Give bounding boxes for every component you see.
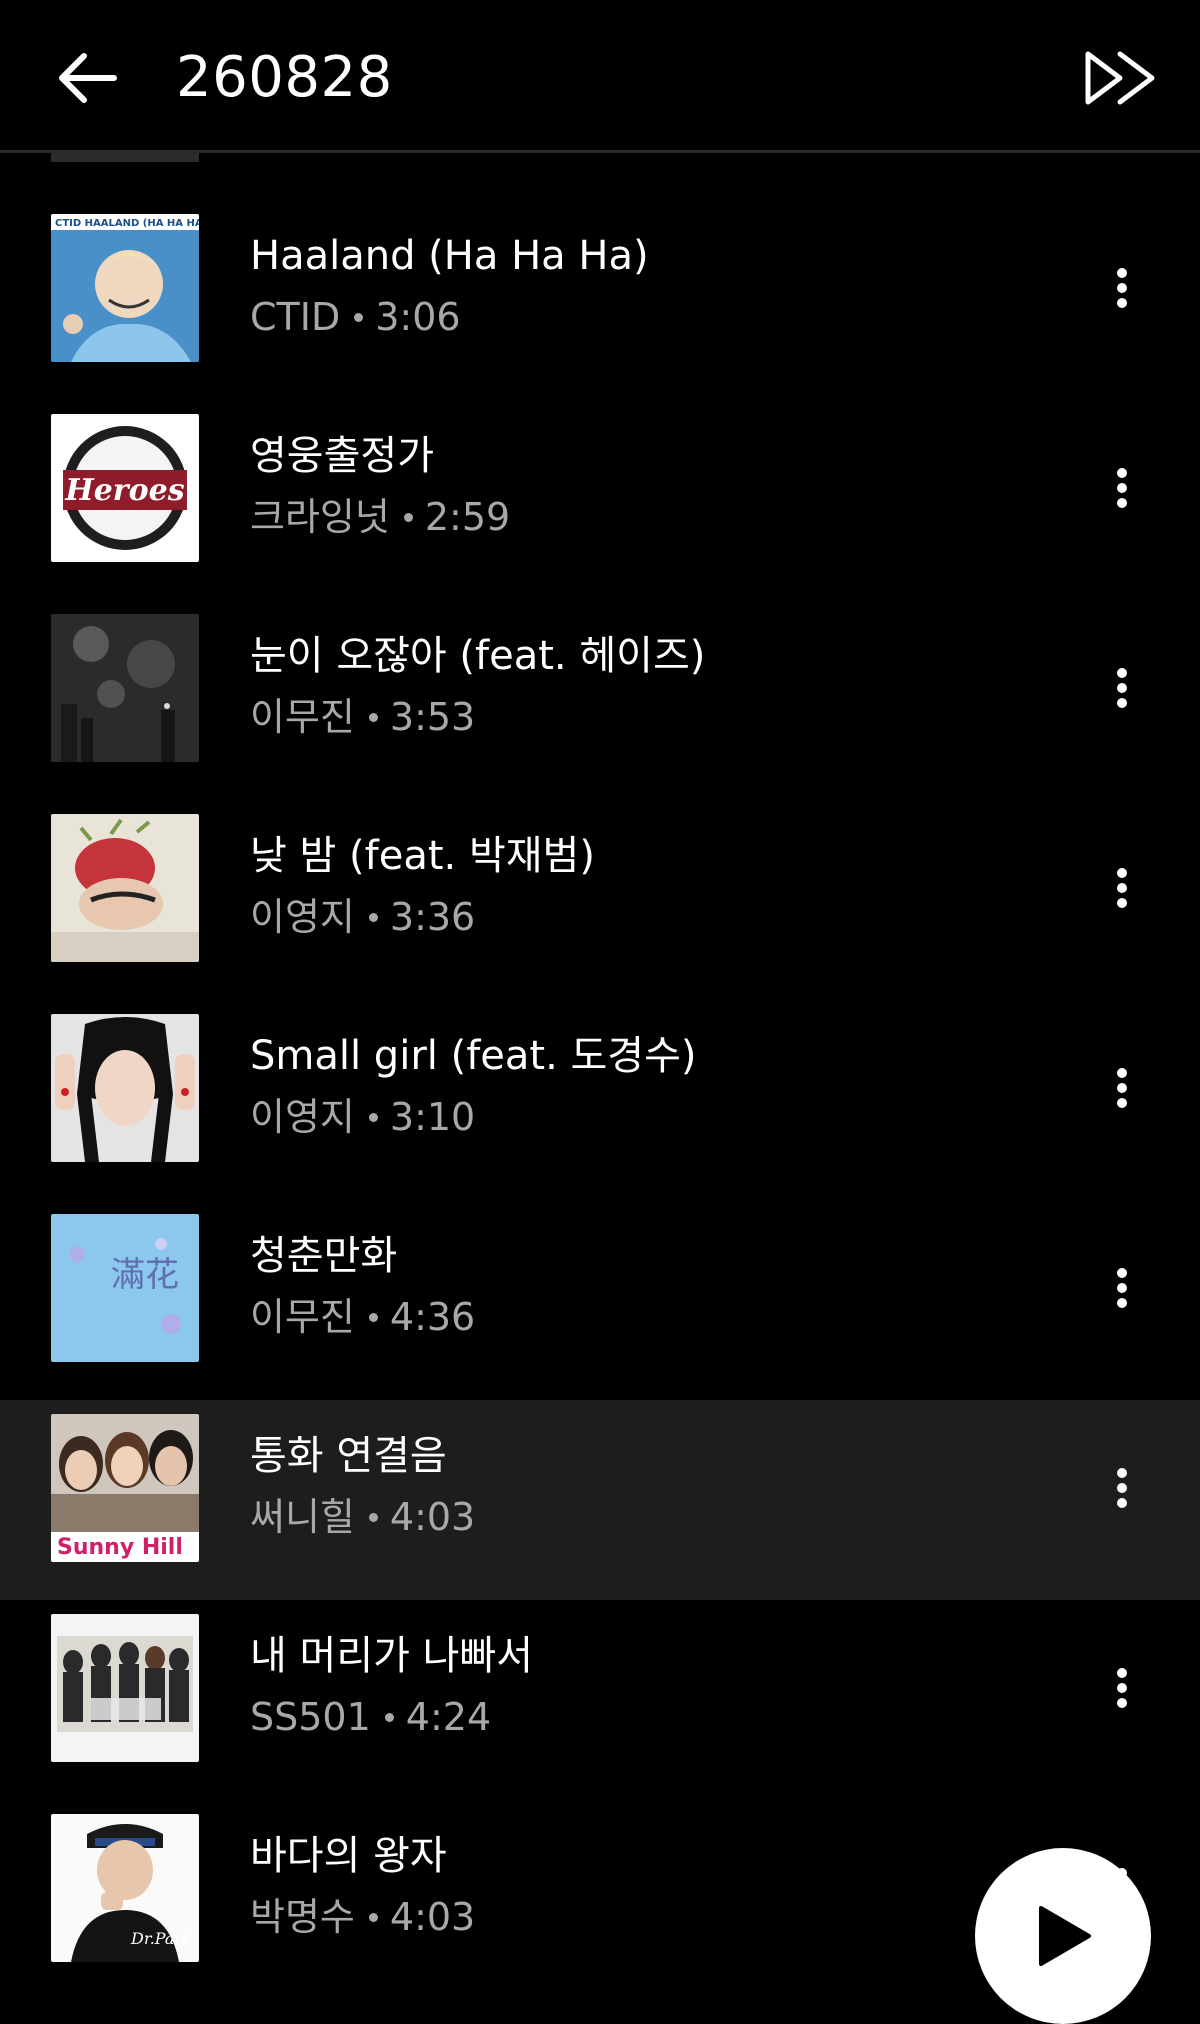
more-vertical-icon [1117,1468,1127,1508]
song-row[interactable]: 滿花 청춘만화 이무진 4:36 [0,1200,1200,1400]
top-app-bar: 260828 [0,0,1200,152]
song-title: 바다의 왕자 [250,1833,447,1879]
song-meta: 이무진 3:53 [250,690,475,744]
cover-text: Sunny Hill [57,1535,183,1560]
more-vertical-icon [1117,268,1127,308]
separator-dot [368,1913,378,1922]
separator-dot [368,1313,378,1322]
song-meta: CTID 3:06 [250,290,461,344]
song-meta: 크라잉넛 2:59 [250,490,510,544]
song-title: 영웅출정가 [250,433,434,479]
song-title: 눈이 오잖아 (feat. 헤이즈) [250,633,706,679]
more-vertical-icon [1117,868,1127,908]
song-row-selected[interactable]: Sunny Hill 통화 연결음 써니힐 4:03 [0,1400,1200,1600]
more-options-button[interactable] [1092,456,1152,520]
separator-dot [403,513,413,522]
song-list: CTID HAALAND (HA HA HA) Haaland (Ha Ha H… [0,200,1200,2000]
duration: 3:06 [375,295,461,339]
artist-name: SS501 [250,1695,371,1739]
artist-name: 박명수 [250,1895,355,1939]
page-title: 260828 [176,45,393,110]
separator-dot [354,313,364,322]
song-title: Small girl (feat. 도경수) [250,1033,697,1079]
album-art: Dr.Park [51,1814,199,1962]
cover-text: 滿花 [111,1255,179,1295]
more-vertical-icon [1117,1068,1127,1108]
cover-text: Heroes [64,473,184,508]
duration: 4:03 [389,1495,476,1539]
album-art: CTID HAALAND (HA HA HA) [51,214,199,362]
play-all-button[interactable] [975,1848,1151,2024]
album-art-partial [51,153,199,162]
more-options-button[interactable] [1092,1456,1152,1520]
song-title: 내 머리가 나빠서 [250,1633,534,1679]
separator-dot [368,1113,378,1122]
back-button[interactable] [44,36,128,120]
duration: 4:36 [389,1295,476,1339]
song-meta: 이영지 3:36 [250,890,475,944]
artist-name: 이영지 [250,895,355,939]
cover-text: CTID HAALAND (HA HA HA) [55,218,199,229]
song-title: Haaland (Ha Ha Ha) [250,233,649,279]
album-art [51,1614,199,1762]
separator-dot [368,1513,378,1522]
duration: 3:10 [389,1095,476,1139]
shuffle-play-button[interactable] [1078,36,1162,120]
song-title: 청춘만화 [250,1233,398,1279]
more-options-button[interactable] [1092,656,1152,720]
more-vertical-icon [1117,1268,1127,1308]
song-title: 통화 연결음 [250,1433,447,1479]
song-meta: SS501 4:24 [250,1690,491,1744]
more-options-button[interactable] [1092,1056,1152,1120]
song-row[interactable]: CTID HAALAND (HA HA HA) Haaland (Ha Ha H… [0,200,1200,400]
play-icon [1039,1906,1091,1966]
song-meta: 써니힐 4:03 [250,1490,475,1544]
more-vertical-icon [1117,668,1127,708]
album-art [51,1014,199,1162]
more-options-button[interactable] [1092,1256,1152,1320]
album-art: Heroes [51,414,199,562]
artist-name: 써니힐 [250,1495,355,1539]
duration: 3:36 [389,895,476,939]
song-row[interactable]: 내 머리가 나빠서 SS501 4:24 [0,1600,1200,1800]
album-art: 滿花 [51,1214,199,1362]
more-options-button[interactable] [1092,856,1152,920]
separator-dot [384,1713,394,1722]
arrow-left-icon [59,53,117,103]
album-art: Sunny Hill [51,1414,199,1562]
artist-name: CTID [250,295,341,339]
artist-name: 이무진 [250,1295,355,1339]
more-vertical-icon [1117,468,1127,508]
more-options-button[interactable] [1092,1656,1152,1720]
separator-dot [368,713,378,722]
song-meta: 이영지 3:10 [250,1090,475,1144]
duration: 4:03 [389,1895,476,1939]
song-meta: 박명수 4:03 [250,1890,475,1944]
more-vertical-icon [1117,1668,1127,1708]
duration: 3:53 [389,695,476,739]
cover-text: Dr.Park [130,1929,192,1948]
artist-name: 이무진 [250,695,355,739]
separator-dot [368,913,378,922]
artist-name: 크라잉넛 [250,495,390,539]
more-options-button[interactable] [1092,256,1152,320]
song-title: 낮 밤 (feat. 박재범) [250,833,595,879]
duration: 4:24 [405,1695,492,1739]
song-row[interactable]: Heroes 영웅출정가 크라잉넛 2:59 [0,400,1200,600]
double-chevron-right-icon [1085,51,1155,105]
album-art [51,814,199,962]
song-row[interactable]: 눈이 오잖아 (feat. 헤이즈) 이무진 3:53 [0,600,1200,800]
album-art [51,614,199,762]
duration: 2:59 [424,495,511,539]
song-row[interactable]: Small girl (feat. 도경수) 이영지 3:10 [0,1000,1200,1200]
song-meta: 이무진 4:36 [250,1290,475,1344]
song-row[interactable]: 낮 밤 (feat. 박재범) 이영지 3:36 [0,800,1200,1000]
artist-name: 이영지 [250,1095,355,1139]
